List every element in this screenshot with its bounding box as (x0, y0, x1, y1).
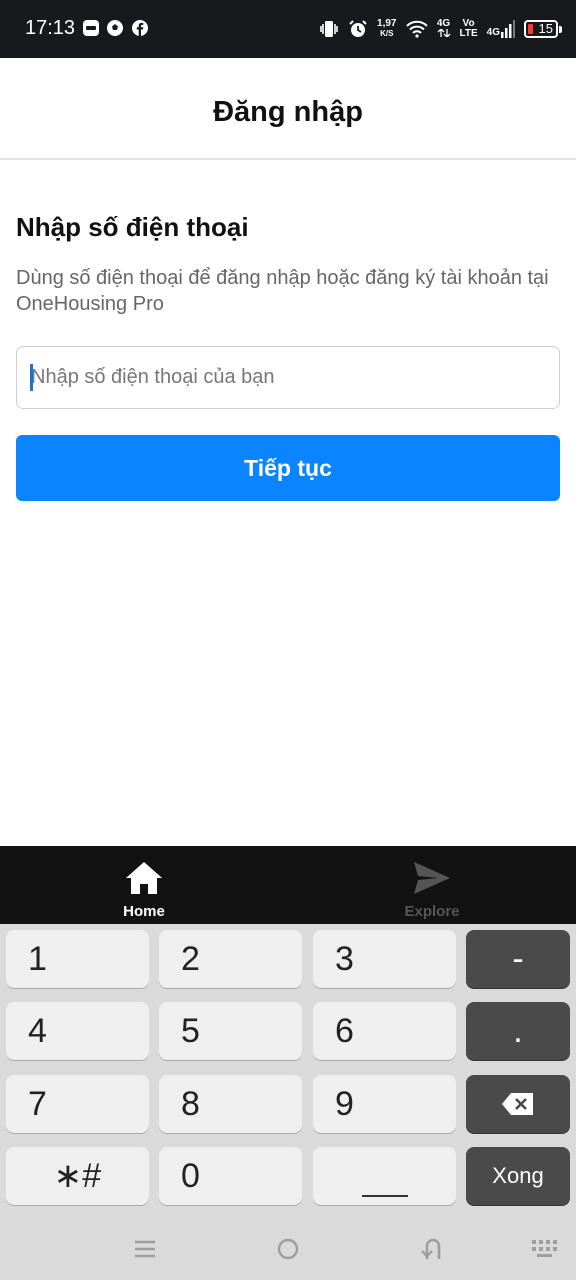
vibrate-icon (320, 21, 338, 37)
key-7[interactable]: 7 (6, 1075, 149, 1133)
done-key[interactable]: Xong (466, 1147, 570, 1205)
football-icon (107, 20, 123, 36)
home-circle-icon[interactable] (273, 1234, 303, 1264)
data-arrows-icon (437, 27, 450, 38)
key-8[interactable]: 8 (159, 1075, 302, 1133)
key-dot[interactable]: . (466, 1002, 570, 1060)
volte-indicator: Vo LTE (459, 18, 478, 39)
network-4g-1: 4G (437, 18, 451, 40)
app-header: Đăng nhập (0, 58, 576, 160)
section-subtitle: Dùng số điện thoại để đăng nhập hoặc đăn… (16, 267, 549, 315)
text-cursor (30, 364, 33, 391)
space-key[interactable] (313, 1147, 456, 1205)
key-5[interactable]: 5 (159, 1002, 302, 1060)
key-1[interactable]: 1 (6, 930, 149, 988)
net-speed: 1,97 K/S (377, 18, 397, 39)
send-icon (414, 862, 450, 894)
tab-explore-label: Explore (404, 903, 460, 920)
home-icon (126, 862, 162, 894)
keyboard-switch-icon[interactable] (530, 1234, 560, 1264)
key-3[interactable]: 3 (313, 930, 456, 988)
key-minus[interactable]: - (466, 930, 570, 988)
phone-input[interactable] (16, 346, 560, 409)
section-heading: Nhập số điện thoại (16, 212, 249, 242)
status-time: 17:13 (25, 17, 76, 39)
tab-home[interactable]: Home (0, 846, 288, 924)
signal-icon (501, 20, 515, 38)
alarm-icon (349, 20, 367, 37)
key-symbols[interactable]: ∗# (6, 1147, 149, 1205)
zalo-icon (83, 20, 99, 36)
battery-indicator: 15 (524, 20, 562, 38)
backspace-key[interactable] (466, 1075, 570, 1133)
facebook-icon (132, 20, 148, 36)
status-bar: 17:13 1,97 K/S 4G Vo LTE 4G 15 (0, 0, 576, 58)
space-bar-icon (361, 1195, 408, 1197)
bottom-tab-bar: Home Explore (0, 846, 576, 924)
login-section: Nhập số điện thoại Dùng số điện thoại để… (16, 212, 560, 317)
key-6[interactable]: 6 (313, 1002, 456, 1060)
system-nav-bar (0, 1212, 576, 1280)
tab-explore[interactable]: Explore (288, 846, 576, 924)
continue-button[interactable]: Tiếp tục (16, 435, 560, 501)
network-4g-2: 4G (487, 20, 515, 38)
back-icon[interactable] (418, 1234, 448, 1264)
key-2[interactable]: 2 (159, 930, 302, 988)
tab-home-label: Home (123, 903, 165, 920)
menu-icon[interactable] (130, 1234, 160, 1264)
status-icons: 1,97 K/S 4G Vo LTE 4G 15 (319, 14, 562, 44)
key-4[interactable]: 4 (6, 1002, 149, 1060)
key-9[interactable]: 9 (313, 1075, 456, 1133)
wifi-icon (405, 20, 428, 38)
backspace-icon (502, 1093, 533, 1115)
page-title: Đăng nhập (213, 95, 363, 128)
key-0[interactable]: 0 (159, 1147, 302, 1205)
